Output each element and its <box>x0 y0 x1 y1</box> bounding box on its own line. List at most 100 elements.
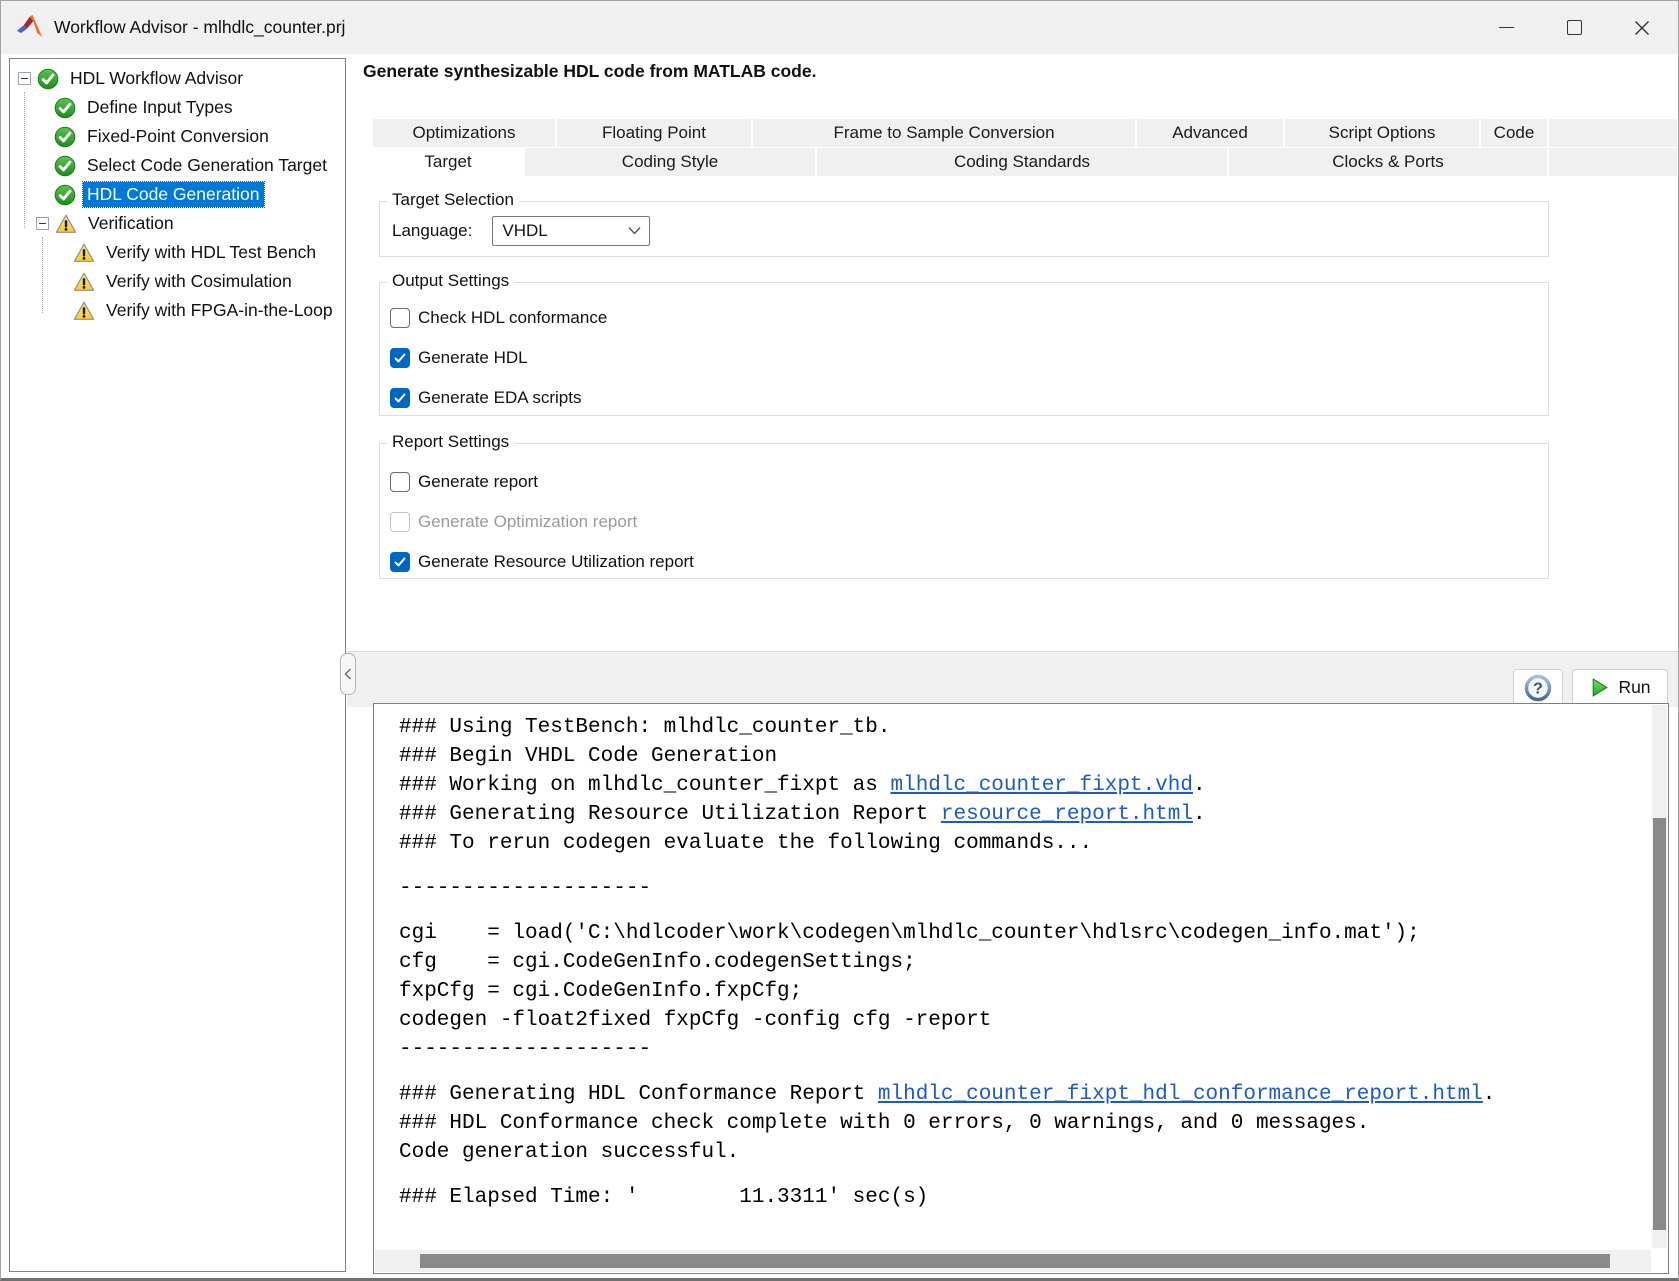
warning-icon <box>73 271 95 293</box>
collapse-handle[interactable] <box>340 653 356 695</box>
workflow-advisor-window: Workflow Advisor - mlhdlc_counter.prj HD… <box>0 0 1679 1281</box>
warning-icon-wrap <box>73 300 95 322</box>
settings-tabs: OptimizationsFloating PointFrame to Samp… <box>373 119 1677 176</box>
console-line: ### Generating Resource Utilization Repo… <box>399 800 1650 829</box>
console-line: ### Generating HDL Conformance Report ml… <box>399 1080 1650 1109</box>
log-link[interactable]: mlhdlc_counter_fixpt.vhd <box>890 774 1192 797</box>
tab-floating-point[interactable]: Floating Point <box>557 119 753 147</box>
log-text: . <box>1193 803 1206 826</box>
tab-code[interactable]: Code <box>1481 119 1549 147</box>
tab-frame-to-sample-conversion[interactable]: Frame to Sample Conversion <box>753 119 1137 147</box>
warning-icon-wrap <box>55 213 77 235</box>
tree-item-fixed-point-conversion[interactable]: Fixed-Point Conversion <box>10 122 345 151</box>
log-link[interactable]: mlhdlc_counter_fixpt_hdl_conformance_rep… <box>878 1083 1483 1106</box>
checkbox-check-hdl-conformance[interactable] <box>390 308 410 328</box>
tree-item-hdl-workflow-advisor[interactable]: HDL Workflow Advisor <box>10 64 345 93</box>
checkmark-icon <box>393 351 407 365</box>
window-title: Workflow Advisor - mlhdlc_counter.prj <box>54 17 345 38</box>
console-log-text: ### Using TestBench: mlhdlc_counter_tb. #… <box>374 704 1650 1247</box>
close-button[interactable] <box>1608 1 1676 54</box>
option-generate-eda-scripts[interactable]: Generate EDA scripts <box>390 384 1548 412</box>
vertical-scrollbar[interactable] <box>1652 705 1667 1248</box>
collapse-expander-icon[interactable] <box>36 217 49 230</box>
log-text: . <box>1483 1083 1496 1106</box>
log-link[interactable]: resource_report.html <box>941 803 1193 826</box>
tree-item-verify-with-hdl-test-bench[interactable]: Verify with HDL Test Bench <box>10 238 345 267</box>
log-text: ### Generating HDL Conformance Report <box>399 1083 878 1106</box>
check-icon <box>54 155 76 177</box>
checkbox-label: Check HDL conformance <box>418 308 607 328</box>
console-line: ### Elapsed Time: ' 11.3311' sec(s) <box>399 1183 1650 1212</box>
output-options: Check HDL conformance Generate HDL Generat… <box>380 283 1548 412</box>
tree-item-verify-with-cosimulation[interactable]: Verify with Cosimulation <box>10 267 345 296</box>
check-icon <box>54 126 76 148</box>
checkbox-generate-report[interactable] <box>390 472 410 492</box>
tree-item-verify-with-fpga-in-the-loop[interactable]: Verify with FPGA-in-the-Loop <box>10 296 345 325</box>
tree-item-define-input-types[interactable]: Define Input Types <box>10 93 345 122</box>
tab-coding-standards[interactable]: Coding Standards <box>817 148 1229 176</box>
close-icon <box>1634 20 1650 36</box>
tab-optimizations[interactable]: Optimizations <box>373 119 557 147</box>
console-line: ### Begin VHDL Code Generation <box>399 742 1650 771</box>
question-icon: ? <box>1524 674 1552 702</box>
log-console: ### Using TestBench: mlhdlc_counter_tb. #… <box>373 703 1669 1274</box>
title-bar: Workflow Advisor - mlhdlc_counter.prj <box>1 1 1678 54</box>
language-label: Language: <box>392 221 472 241</box>
minimize-button[interactable] <box>1472 1 1540 54</box>
maximize-button[interactable] <box>1540 1 1608 54</box>
horizontal-scrollbar-thumb[interactable] <box>420 1254 1610 1268</box>
checkmark-icon <box>393 555 407 569</box>
tab-clocks-ports[interactable]: Clocks & Ports <box>1229 148 1549 176</box>
log-text: ### Begin VHDL Code Generation <box>399 745 777 768</box>
warning-icon <box>73 300 95 322</box>
console-line: -------------------- <box>399 1035 1650 1064</box>
tree-item-label: HDL Code Generation <box>83 182 264 207</box>
console-line: ### HDL Conformance check complete with … <box>399 1109 1650 1138</box>
checkbox-generate-resource-utilization-report[interactable] <box>390 552 410 572</box>
language-row: Language: VHDL <box>392 216 650 246</box>
log-text: ### Using TestBench: mlhdlc_counter_tb. <box>399 716 890 739</box>
console-blank-line <box>399 1064 1650 1080</box>
tab-advanced[interactable]: Advanced <box>1137 119 1285 147</box>
horizontal-scrollbar[interactable] <box>375 1250 1651 1272</box>
tab-script-options[interactable]: Script Options <box>1285 119 1481 147</box>
tree-item-label: HDL Workflow Advisor <box>66 66 247 91</box>
console-line: ### Working on mlhdlc_counter_fixpt as m… <box>399 771 1650 800</box>
warning-icon-wrap <box>73 271 95 293</box>
window-controls <box>1472 1 1676 54</box>
vertical-scrollbar-thumb[interactable] <box>1653 818 1666 1230</box>
check-icon-wrap <box>54 126 76 148</box>
run-button[interactable]: Run <box>1572 669 1668 706</box>
log-text: -------------------- <box>399 1038 651 1061</box>
language-select[interactable]: VHDL <box>492 216 650 246</box>
option-generate-optimization-report[interactable]: Generate Optimization report <box>390 508 1548 536</box>
option-generate-resource-utilization-report[interactable]: Generate Resource Utilization report <box>390 548 1548 576</box>
tree-connector <box>42 237 43 313</box>
help-button[interactable]: ? <box>1513 669 1563 706</box>
console-blank-line <box>399 1167 1650 1183</box>
checkbox-label: Generate Optimization report <box>418 512 637 532</box>
tree-connector <box>24 92 25 228</box>
checkbox-generate-hdl[interactable] <box>390 348 410 368</box>
tab-row-1: OptimizationsFloating PointFrame to Samp… <box>373 119 1677 147</box>
tree-item-verification[interactable]: Verification <box>10 209 345 238</box>
log-text: cfg = cgi.CodeGenInfo.codegenSettings; <box>399 951 916 974</box>
tab-row-2: TargetCoding StyleCoding StandardsClocks… <box>373 148 1677 176</box>
tab-target[interactable]: Target <box>373 148 525 176</box>
option-check-hdl-conformance[interactable]: Check HDL conformance <box>390 304 1548 332</box>
page-description: Generate synthesizable HDL code from MAT… <box>363 61 816 82</box>
checkbox-generate-eda-scripts[interactable] <box>390 388 410 408</box>
console-line: codegen -float2fixed fxpCfg -config cfg … <box>399 1006 1650 1035</box>
checkbox-label: Generate report <box>418 472 538 492</box>
collapse-expander-icon[interactable] <box>18 72 31 85</box>
log-text: Code generation successful. <box>399 1141 739 1164</box>
tree-item-select-code-generation-target[interactable]: Select Code Generation Target <box>10 151 345 180</box>
tree-item-hdl-code-generation[interactable]: HDL Code Generation <box>10 180 345 209</box>
option-generate-report[interactable]: Generate report <box>390 468 1548 496</box>
option-generate-hdl[interactable]: Generate HDL <box>390 344 1548 372</box>
check-icon-wrap <box>54 155 76 177</box>
checkbox-generate-optimization-report <box>390 512 410 532</box>
console-blank-line <box>399 858 1650 874</box>
console-line: fxpCfg = cgi.CodeGenInfo.fxpCfg; <box>399 977 1650 1006</box>
tab-coding-style[interactable]: Coding Style <box>525 148 817 176</box>
